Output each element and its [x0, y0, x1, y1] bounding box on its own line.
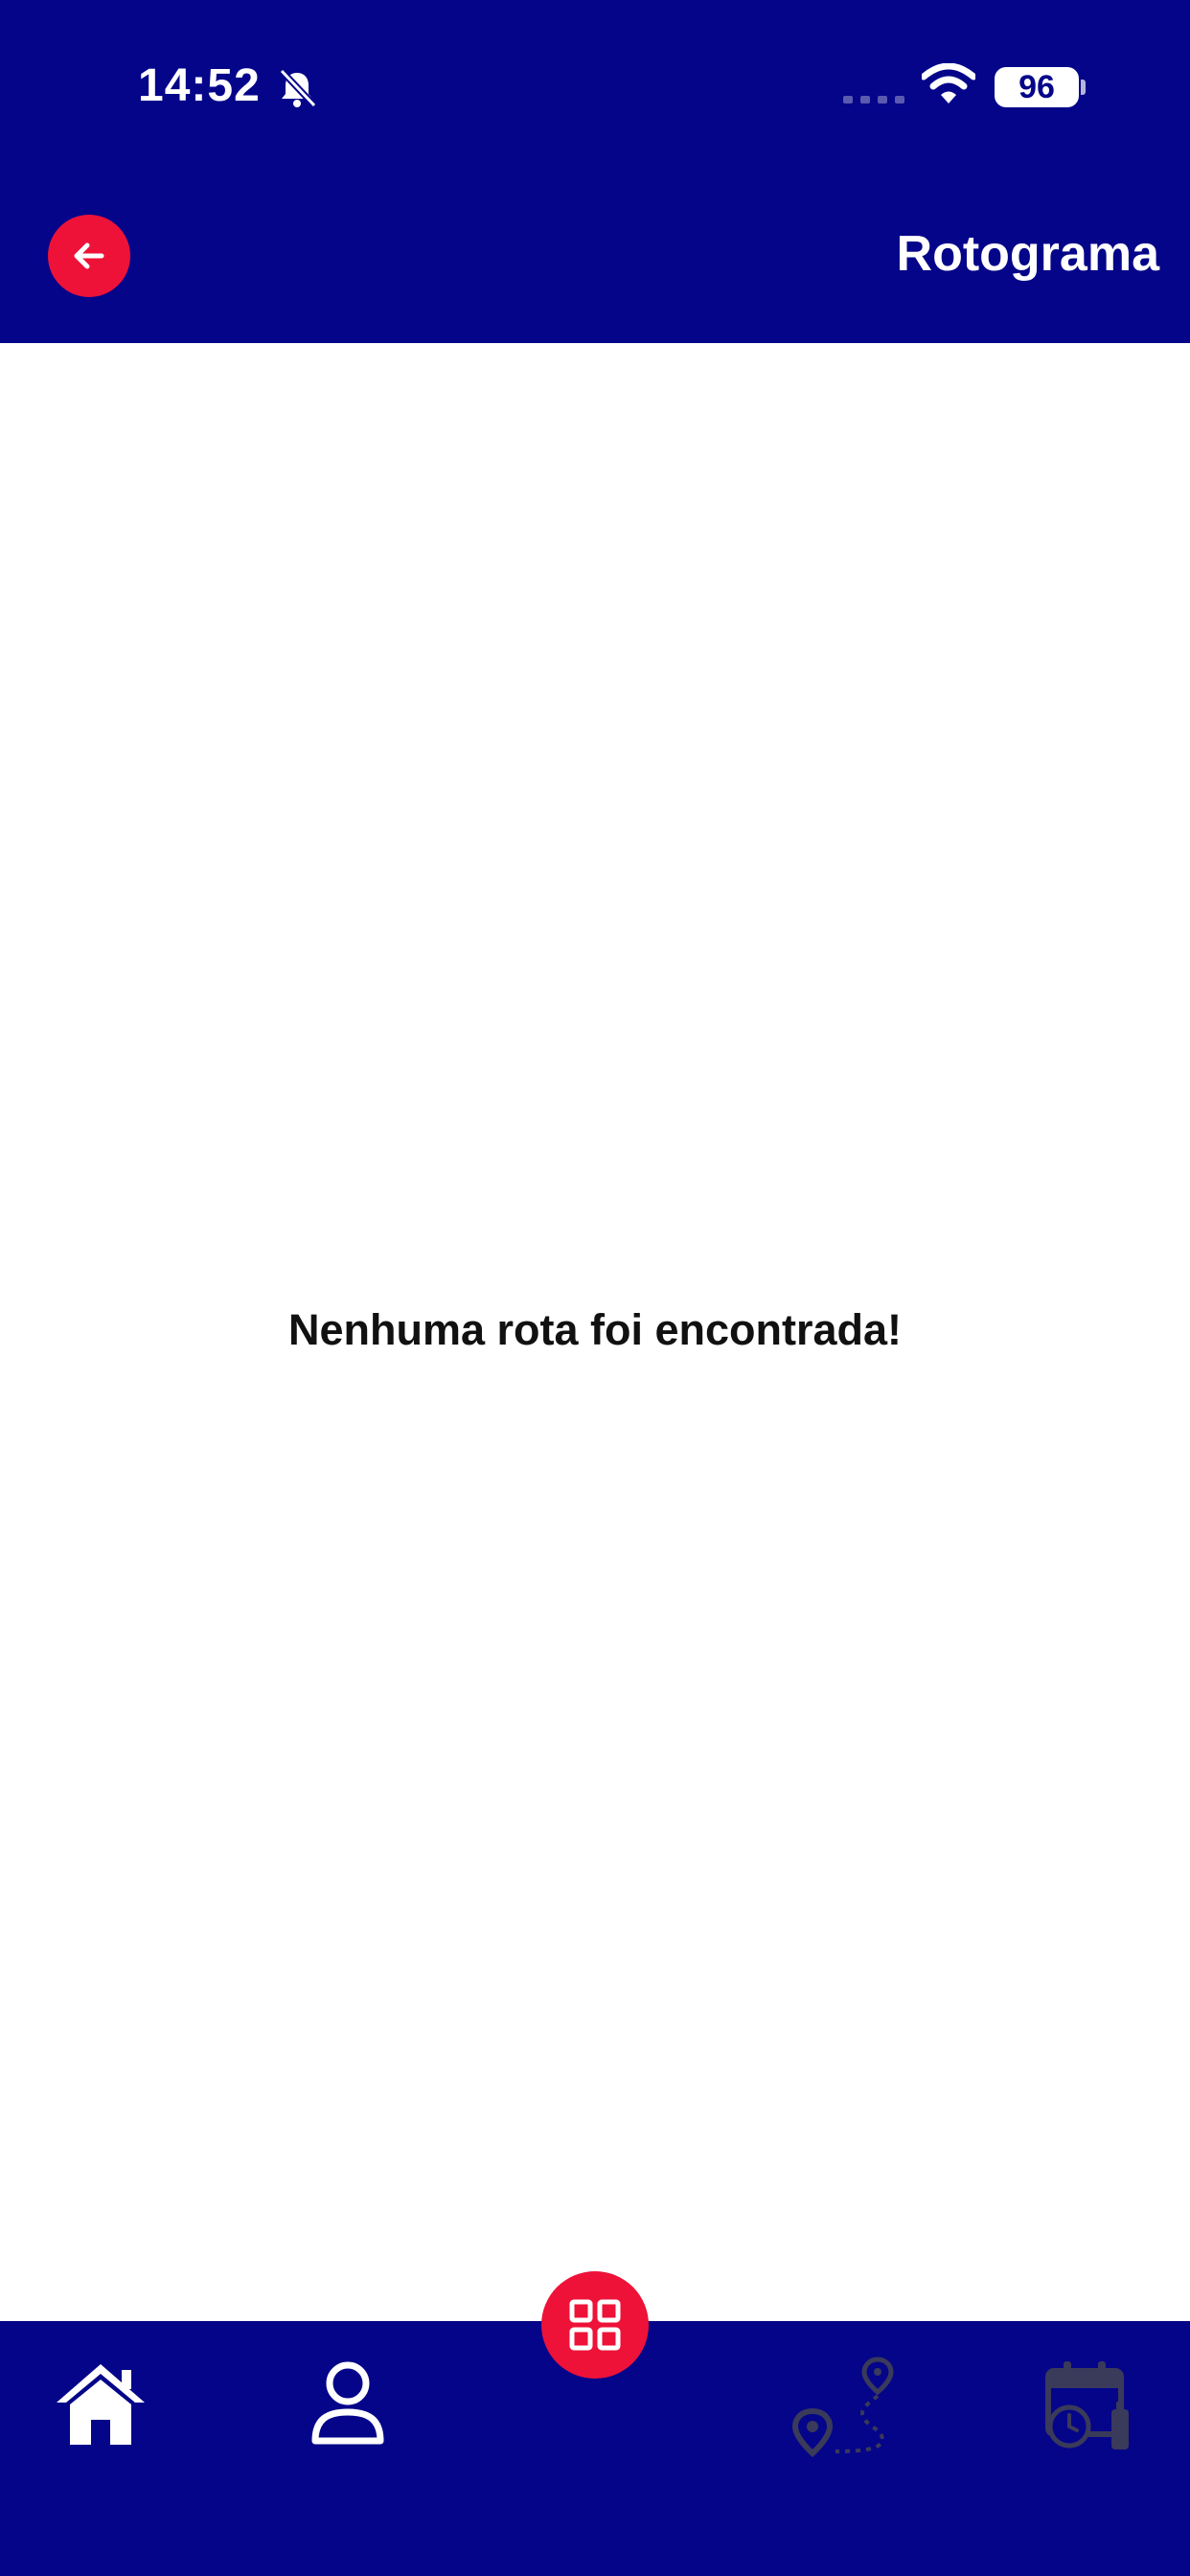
home-icon	[57, 2364, 145, 2445]
wifi-icon	[922, 63, 975, 104]
bell-off-icon	[279, 68, 316, 108]
arrow-left-icon	[74, 242, 104, 269]
cellular-signal-icon	[843, 96, 904, 104]
nav-home-button[interactable]	[52, 2358, 149, 2450]
route-map-icon	[791, 2357, 894, 2457]
battery-indicator: 96	[995, 67, 1079, 107]
nav-calendar-button[interactable]	[1044, 2359, 1133, 2451]
status-time: 14:52	[138, 60, 261, 111]
empty-state-message: Nenhuma rota foi encontrada!	[287, 1305, 903, 1354]
user-icon	[311, 2361, 384, 2445]
app-header: 14:52 96 Rotograma	[0, 0, 1190, 343]
page-title: Rotograma	[896, 226, 1159, 282]
back-button[interactable]	[48, 215, 130, 297]
calendar-clock-icon	[1045, 2361, 1129, 2450]
grid-icon	[569, 2299, 621, 2351]
nav-profile-button[interactable]	[303, 2358, 393, 2450]
menu-grid-button[interactable]	[541, 2271, 649, 2379]
nav-route-button[interactable]	[791, 2356, 897, 2457]
battery-nub	[1081, 80, 1086, 95]
